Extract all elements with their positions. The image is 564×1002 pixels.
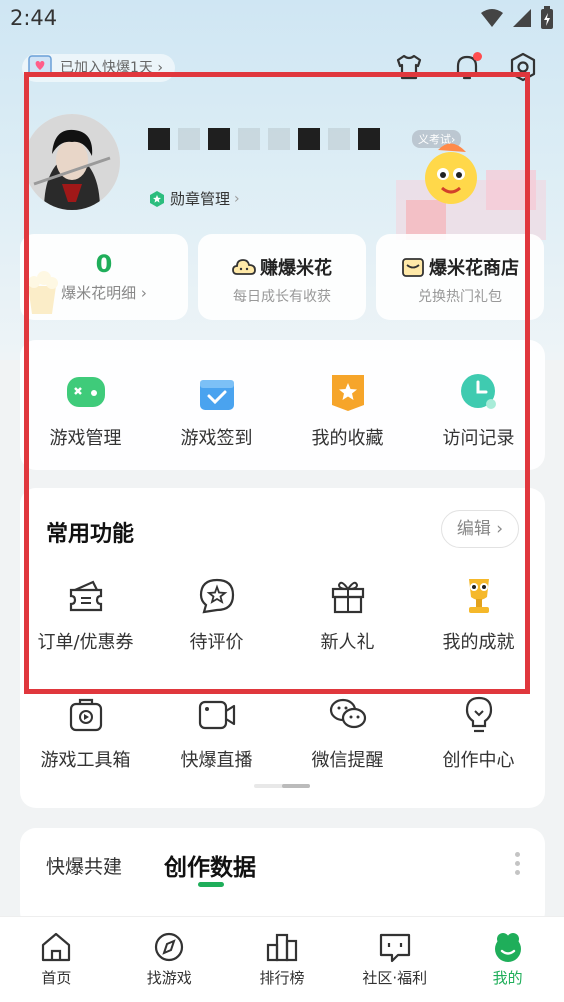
newbie-gift-button[interactable]: 新人礼 xyxy=(282,574,413,654)
skin-icon[interactable] xyxy=(392,50,426,84)
user-avatar[interactable] xyxy=(24,114,120,210)
gift-box-icon xyxy=(331,581,364,614)
active-tab-underline xyxy=(198,882,224,887)
common-functions-title: 常用功能 xyxy=(46,522,135,547)
trophy-icon xyxy=(468,579,489,613)
bottom-navigation: 首页 找游戏 排行榜 社区·福利 我的 xyxy=(0,916,564,1002)
star-bookmark-icon xyxy=(331,375,364,411)
compass-icon xyxy=(155,932,184,962)
popcorn-icon xyxy=(28,271,58,314)
avatar-image xyxy=(24,114,120,210)
join-days-pill[interactable]: 已加入快爆1天 › xyxy=(22,54,175,82)
coupon-icon xyxy=(69,580,102,612)
battery-icon xyxy=(541,6,553,29)
wechat-icon xyxy=(329,698,366,729)
pending-review-button[interactable]: 待评价 xyxy=(151,574,282,654)
status-bar: 2:44 xyxy=(0,0,564,36)
gamepad-icon xyxy=(66,377,105,407)
join-days-text: 已加入快爆1天 › xyxy=(60,60,163,76)
game-checkin-button[interactable]: 游戏签到 xyxy=(151,370,282,450)
nav-mine[interactable]: 我的 xyxy=(451,917,564,1002)
gift-checkin-icon xyxy=(199,380,234,410)
my-achievements-button[interactable]: 我的成就 xyxy=(413,574,544,654)
tab-creation-data[interactable]: 创作数据 xyxy=(164,848,256,882)
profile-icon xyxy=(494,933,521,962)
signal-icon xyxy=(513,9,531,27)
shop-subtitle: 兑换热门礼包 xyxy=(418,289,502,305)
medal-icon xyxy=(150,190,164,207)
carousel-indicator xyxy=(254,784,310,788)
creator-center-button[interactable]: 创作中心 xyxy=(413,692,544,772)
more-options-icon[interactable] xyxy=(515,852,521,875)
ranking-icon xyxy=(266,933,298,962)
status-time: 2:44 xyxy=(10,6,58,30)
earn-popcorn-card[interactable]: 赚爆米花 每日成长有收获 xyxy=(198,234,366,320)
common-functions-panel: 常用功能 编辑 › 订单/优惠券 待评价 新人礼 我的成就 游戏工具箱 快爆直播… xyxy=(20,488,545,808)
clock-history-icon xyxy=(460,374,496,409)
medal-label: 勋章管理 xyxy=(170,190,231,208)
notification-badge xyxy=(473,52,482,61)
settings-icon[interactable] xyxy=(506,50,540,84)
mascot-illustration xyxy=(396,143,546,240)
earn-subtitle: 每日成长有收获 xyxy=(233,289,331,305)
quick-actions-panel: 游戏管理 游戏签到 我的收藏 访问记录 xyxy=(20,340,545,470)
my-favorites-button[interactable]: 我的收藏 xyxy=(282,370,413,450)
game-toolbox-button[interactable]: 游戏工具箱 xyxy=(20,692,151,772)
shop-title: 爆米花商店 xyxy=(429,258,519,279)
calendar-heart-icon xyxy=(28,55,52,77)
home-icon xyxy=(42,932,71,962)
nav-find-games[interactable]: 找游戏 xyxy=(113,917,226,1002)
username-masked xyxy=(148,128,380,152)
orders-coupons-button[interactable]: 订单/优惠券 xyxy=(20,574,151,654)
popcorn-shop-card[interactable]: 爆米花商店 兑换热门礼包 xyxy=(376,234,544,320)
live-stream-button[interactable]: 快爆直播 xyxy=(151,692,282,772)
wifi-icon xyxy=(481,9,503,27)
nav-ranking[interactable]: 排行榜 xyxy=(226,917,339,1002)
toolbox-icon xyxy=(69,698,102,732)
earn-title: 赚爆米花 xyxy=(260,258,332,279)
tab-co-build[interactable]: 快爆共建 xyxy=(46,852,122,879)
review-star-icon xyxy=(199,578,234,614)
medal-arrow: › xyxy=(234,190,240,207)
game-manage-button[interactable]: 游戏管理 xyxy=(20,370,151,450)
nav-home[interactable]: 首页 xyxy=(0,917,113,1002)
live-camera-icon xyxy=(198,700,235,730)
creation-data-panel: 快爆共建 创作数据 xyxy=(20,828,545,928)
wechat-reminder-button[interactable]: 微信提醒 xyxy=(282,692,413,772)
shop-icon xyxy=(402,258,424,277)
edit-button[interactable]: 编辑 › xyxy=(441,510,519,548)
community-icon xyxy=(379,933,410,963)
visit-history-button[interactable]: 访问记录 xyxy=(413,370,544,450)
medal-management-link[interactable]: 勋章管理 › xyxy=(148,188,240,209)
cloud-popcorn-icon xyxy=(232,259,256,275)
popcorn-balance-card[interactable]: 0 爆米花明细 › xyxy=(20,234,188,320)
nav-community[interactable]: 社区·福利 xyxy=(338,917,451,1002)
lightbulb-icon xyxy=(465,696,492,733)
notification-bell[interactable] xyxy=(450,50,484,84)
